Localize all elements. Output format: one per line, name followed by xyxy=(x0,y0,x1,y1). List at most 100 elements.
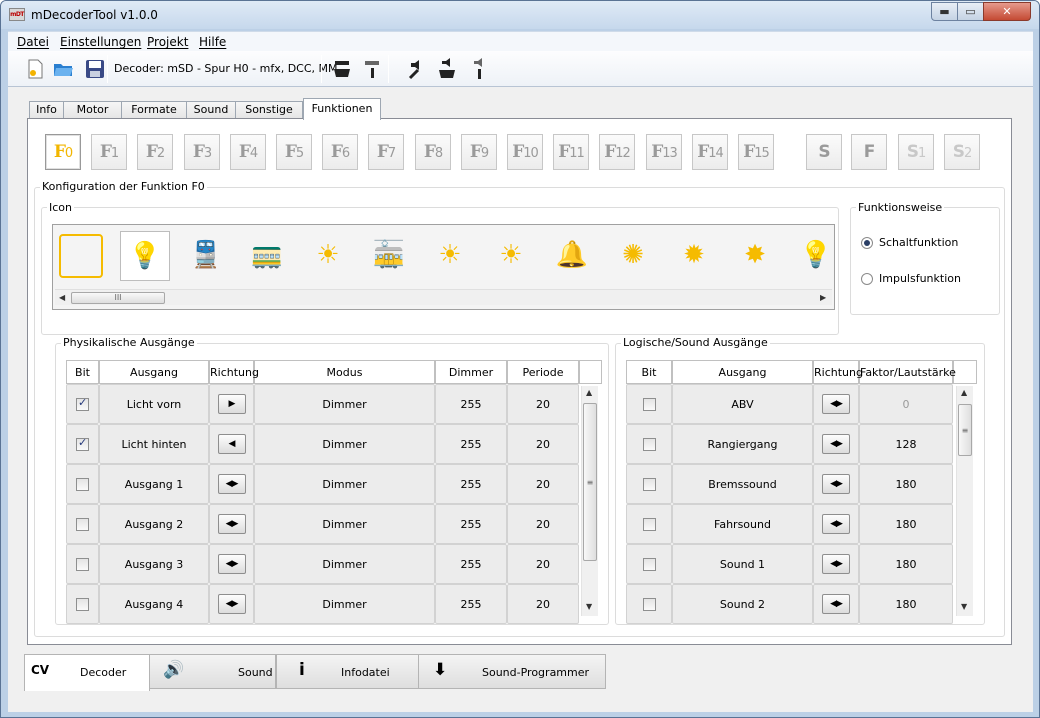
column-header[interactable]: Richtung xyxy=(209,360,259,384)
bottom-tab-sound-programmer[interactable]: ⬇ Sound-Programmer xyxy=(418,654,606,689)
function-button-f12[interactable]: F12 xyxy=(599,134,635,170)
table-lamp-icon[interactable]: ✹ xyxy=(669,231,719,281)
faktor-cell[interactable]: 128 xyxy=(859,424,953,464)
locomotive-front-icon[interactable]: 🚆 xyxy=(181,231,231,281)
bit-checkbox[interactable] xyxy=(642,517,656,531)
bulb-icon[interactable]: ✸ xyxy=(730,231,780,281)
direction-button[interactable]: ◀▶ xyxy=(822,394,850,414)
special-button-s1[interactable]: S1 xyxy=(898,134,934,170)
scroll-up-arrow-icon[interactable]: ▲ xyxy=(961,388,967,397)
bottom-tab-decoder[interactable]: CV Decoder xyxy=(24,654,150,691)
sound-config-icon[interactable] xyxy=(405,58,427,80)
bottom-tab-sound[interactable]: 🔊 Sound xyxy=(149,654,276,689)
direction-button[interactable]: ◀▶ xyxy=(822,434,850,454)
direction-button[interactable]: ◀▶ xyxy=(217,474,246,494)
maximize-button[interactable]: ▭ xyxy=(957,2,984,21)
direction-button[interactable]: ◀▶ xyxy=(822,594,850,614)
column-header[interactable]: Dimmer xyxy=(435,360,507,384)
bottom-tab-infodatei[interactable]: i Infodatei xyxy=(276,654,419,689)
sound-info-icon[interactable] xyxy=(468,58,490,80)
scroll-thumb[interactable]: ≡ xyxy=(958,404,972,456)
periode-cell[interactable]: 20 xyxy=(507,504,579,544)
sound-read-icon[interactable] xyxy=(436,58,458,80)
dimmer-cell[interactable]: 255 xyxy=(435,584,507,624)
radio-label-schaltfunktion[interactable]: Schaltfunktion xyxy=(879,236,958,249)
function-button-f10[interactable]: F10 xyxy=(507,134,543,170)
function-button-f0[interactable]: F0 xyxy=(45,134,81,170)
icon-horizontal-scrollbar[interactable]: ◀ III ▶ xyxy=(55,289,832,305)
cab-light-icon[interactable]: 🚋 xyxy=(364,231,414,281)
direction-button[interactable]: ◀▶ xyxy=(217,514,246,534)
column-header[interactable]: Ausgang xyxy=(99,360,209,384)
direction-button[interactable]: ◀▶ xyxy=(217,554,246,574)
bit-checkbox[interactable] xyxy=(76,436,89,451)
menu-hilfe[interactable]: Hilfe xyxy=(199,35,226,49)
function-button-f3[interactable]: F3 xyxy=(184,134,220,170)
locomotive-rear-icon[interactable]: 🚃 xyxy=(242,231,292,281)
logical-vertical-scrollbar[interactable]: ▲ ≡ ▼ xyxy=(956,386,973,616)
function-button-f11[interactable]: F11 xyxy=(553,134,589,170)
headlight-icon[interactable]: 💡 xyxy=(120,231,170,281)
periode-cell[interactable]: 20 xyxy=(507,464,579,504)
scroll-left-arrow-icon[interactable]: ◀ xyxy=(59,293,65,302)
read-decoder-icon[interactable] xyxy=(331,58,353,80)
faktor-cell[interactable]: 180 xyxy=(859,504,953,544)
column-header[interactable]: Bit xyxy=(626,360,672,384)
radio-impulsfunktion[interactable] xyxy=(861,273,873,285)
radio-label-impulsfunktion[interactable]: Impulsfunktion xyxy=(879,272,961,285)
dimmer-cell[interactable]: 255 xyxy=(435,424,507,464)
bell-lamp-icon[interactable]: 🔔 xyxy=(547,231,597,281)
direction-button[interactable]: ◀▶ xyxy=(822,514,850,534)
menu-projekt[interactable]: Projekt xyxy=(147,35,188,49)
special-button-s2[interactable]: S2 xyxy=(944,134,980,170)
direction-button[interactable]: ◀ xyxy=(217,434,246,454)
column-header[interactable]: Periode xyxy=(507,360,579,384)
function-button-f7[interactable]: F7 xyxy=(368,134,404,170)
tab-sound[interactable]: Sound xyxy=(186,101,236,119)
function-button-f15[interactable]: F15 xyxy=(738,134,774,170)
function-button-f6[interactable]: F6 xyxy=(322,134,358,170)
minimize-button[interactable]: ▬ xyxy=(931,2,958,21)
tab-sonstige[interactable]: Sonstige xyxy=(235,101,303,119)
lamp-icon[interactable]: ☀ xyxy=(425,231,475,281)
direction-button[interactable]: ◀▶ xyxy=(822,474,850,494)
function-button-f2[interactable]: F2 xyxy=(137,134,173,170)
modus-cell[interactable]: Dimmer xyxy=(254,464,435,504)
function-button-f9[interactable]: F9 xyxy=(461,134,497,170)
function-button-f4[interactable]: F4 xyxy=(230,134,266,170)
bit-checkbox[interactable] xyxy=(642,477,656,491)
column-header[interactable]: Ausgang xyxy=(672,360,813,384)
bit-checkbox[interactable] xyxy=(642,557,656,571)
periode-cell[interactable]: 20 xyxy=(507,544,579,584)
bit-checkbox[interactable] xyxy=(76,517,89,531)
column-header[interactable]: Bit xyxy=(66,360,99,384)
function-button-f5[interactable]: F5 xyxy=(276,134,312,170)
bit-checkbox[interactable] xyxy=(642,437,656,451)
direction-button[interactable]: ◀▶ xyxy=(217,594,246,614)
scroll-right-arrow-icon[interactable]: ▶ xyxy=(820,293,826,302)
menu-einstellungen[interactable]: Einstellungen xyxy=(60,35,141,49)
faktor-cell[interactable]: 180 xyxy=(859,464,953,504)
empty-icon[interactable] xyxy=(59,234,103,278)
close-button[interactable]: ✕ xyxy=(983,2,1031,21)
tab-motor[interactable]: Motor xyxy=(63,101,122,119)
column-header[interactable]: Richtung xyxy=(813,360,863,384)
periode-cell[interactable]: 20 xyxy=(507,384,579,424)
bit-checkbox[interactable] xyxy=(642,397,656,411)
dimmer-cell[interactable]: 255 xyxy=(435,504,507,544)
dimmer-cell[interactable]: 255 xyxy=(435,384,507,424)
lamp-icon[interactable]: ☀ xyxy=(486,231,536,281)
special-button-f[interactable]: F xyxy=(851,134,887,170)
scroll-down-arrow-icon[interactable]: ▼ xyxy=(961,602,967,611)
tab-info[interactable]: Info xyxy=(29,101,64,119)
faktor-cell[interactable]: 180 xyxy=(859,584,953,624)
tab-formate[interactable]: Formate xyxy=(121,101,187,119)
modus-cell[interactable]: Dimmer xyxy=(254,504,435,544)
periode-cell[interactable]: 20 xyxy=(507,424,579,464)
modus-cell[interactable]: Dimmer xyxy=(254,384,435,424)
scroll-down-arrow-icon[interactable]: ▼ xyxy=(586,602,592,611)
scroll-thumb[interactable]: III xyxy=(71,292,165,304)
tab-funktionen[interactable]: Funktionen xyxy=(303,98,381,120)
bit-checkbox[interactable] xyxy=(76,477,89,491)
faktor-cell[interactable]: 180 xyxy=(859,544,953,584)
